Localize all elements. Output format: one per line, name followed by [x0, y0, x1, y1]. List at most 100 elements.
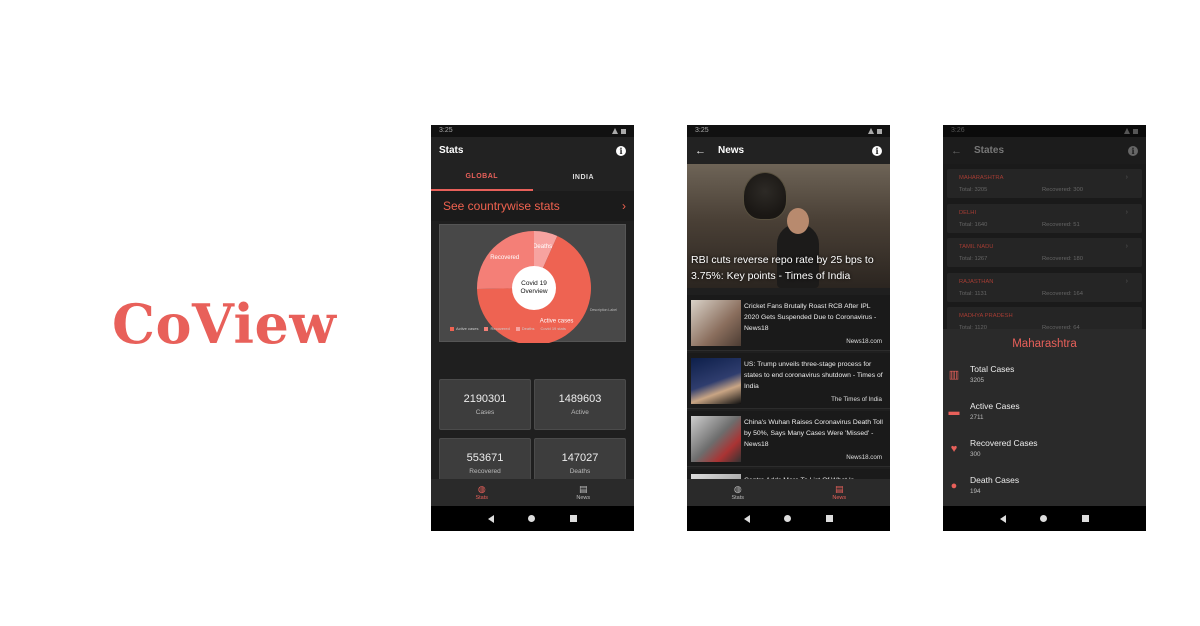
- system-nav-bar: [943, 506, 1146, 531]
- page-title: News: [718, 145, 745, 156]
- sheet-value: 2711: [970, 414, 984, 421]
- legend-suffix: Covid 19 stats: [540, 326, 566, 331]
- virus-icon: ●: [950, 480, 958, 492]
- headline-card[interactable]: RBI cuts reverse repo rate by 25 bps to …: [687, 164, 890, 288]
- state-detail-sheet: Maharashtra ▥ Total Cases 3205 ▬ Active …: [943, 329, 1146, 506]
- system-nav-bar: [687, 506, 890, 531]
- system-recents-icon[interactable]: [825, 515, 833, 522]
- stat-value: 147027: [561, 452, 599, 464]
- globe-icon: ◍: [477, 484, 486, 494]
- sheet-row-deaths: ● Death Cases 194: [943, 472, 1146, 502]
- state-total: Total: 1267: [959, 256, 988, 262]
- hero-image-emblem: [743, 172, 787, 220]
- nav-news[interactable]: ▤ News: [789, 479, 891, 506]
- bottom-nav: ◍ Stats ▤ News: [431, 479, 634, 506]
- chevron-right-icon: ›: [1125, 243, 1128, 250]
- state-name: DELHI: [959, 210, 977, 216]
- info-icon[interactable]: i: [616, 145, 626, 156]
- news-item[interactable]: China's Wuhan Raises Coronavirus Death T…: [687, 411, 890, 467]
- pie-center-label-1: Covid 19: [521, 280, 547, 287]
- phone-states-screen: 3:26 ← States i MAHARASHTRA Total: 3205 …: [943, 125, 1146, 531]
- system-recents-icon[interactable]: [569, 515, 577, 522]
- phone-stats-screen: 3:25 Stats i GLOBAL INDIA See countrywis…: [431, 125, 634, 531]
- sheet-value: 194: [970, 488, 981, 495]
- system-home-icon[interactable]: [784, 515, 792, 522]
- news-source: News18.com: [846, 338, 882, 345]
- news-title: Cricket Fans Brutally Roast RCB After IP…: [744, 303, 877, 332]
- sheet-label: Recovered Cases: [970, 438, 1038, 448]
- wifi-icon: [612, 128, 618, 134]
- sheet-title: Maharashtra: [1012, 338, 1077, 350]
- battery-icon: [621, 128, 626, 134]
- pie-center-label-2: Overview: [520, 288, 547, 295]
- nav-stats-label: Stats: [731, 495, 745, 501]
- sheet-label: Death Cases: [970, 475, 1020, 485]
- system-back-icon[interactable]: [744, 514, 751, 523]
- status-time: 3:25: [439, 127, 453, 134]
- wifi-icon: [1124, 128, 1130, 134]
- chevron-right-icon: ›: [1125, 209, 1128, 216]
- info-icon[interactable]: i: [1128, 145, 1138, 156]
- battery-icon: [1133, 128, 1138, 134]
- stat-value: 1489603: [558, 393, 602, 405]
- system-back-icon[interactable]: [488, 514, 495, 523]
- chevron-right-icon: ›: [1125, 278, 1128, 285]
- states-list: MAHARASHTRA Total: 3205 Recovered: 300 ›…: [943, 164, 1146, 336]
- chart-legend: Active cases Recovered Deaths Covid 19 s…: [450, 326, 566, 331]
- nav-news-label: News: [576, 495, 591, 501]
- back-arrow-icon[interactable]: ←: [695, 145, 706, 157]
- news-source: The Times of India: [831, 396, 882, 403]
- news-item[interactable]: Cricket Fans Brutally Roast RCB After IP…: [687, 295, 890, 351]
- system-home-icon[interactable]: [1040, 515, 1048, 522]
- nav-stats[interactable]: ◍ Stats: [431, 479, 533, 506]
- legend-item-active: Active cases: [450, 326, 478, 331]
- back-arrow-icon[interactable]: ←: [951, 145, 962, 157]
- hero-image-face: [787, 208, 809, 234]
- state-name: RAJASTHAN: [959, 279, 994, 285]
- system-back-icon[interactable]: [1000, 514, 1007, 523]
- status-time: 3:26: [951, 127, 965, 134]
- sheet-value: 300: [970, 451, 981, 458]
- stat-card-cases: 2190301 Cases: [439, 379, 531, 430]
- countrywise-stats-link[interactable]: See countrywise stats ›: [431, 191, 634, 221]
- news-title: China's Wuhan Raises Coronavirus Death T…: [744, 419, 883, 448]
- state-card[interactable]: TAMIL NADU Total: 1267 Recovered: 180 ›: [947, 238, 1142, 267]
- status-bar: 3:25: [431, 125, 634, 137]
- tab-global[interactable]: GLOBAL: [431, 164, 533, 191]
- pie-label-recovered: Recovered: [490, 255, 519, 261]
- legend-item-deaths: Deaths: [515, 326, 534, 331]
- nav-news[interactable]: ▤ News: [533, 479, 635, 506]
- system-home-icon[interactable]: [528, 515, 536, 522]
- news-source: News18.com: [846, 454, 882, 461]
- pie-label-active-cases: Active cases: [540, 318, 574, 324]
- stat-label: Cases: [475, 409, 495, 416]
- overview-pie-chart: Deaths Active cases Recovered Covid 19 Overv…: [439, 224, 626, 343]
- info-icon[interactable]: i: [872, 145, 882, 156]
- bar-chart-icon: ▥: [948, 369, 960, 381]
- stat-value: 553671: [466, 452, 504, 464]
- state-total: Total: 3205: [959, 187, 988, 193]
- system-recents-icon[interactable]: [1081, 515, 1089, 522]
- tab-india[interactable]: INDIA: [533, 164, 635, 191]
- state-card[interactable]: DELHI Total: 1640 Recovered: 51 ›: [947, 204, 1142, 233]
- app-bar: Stats i: [431, 137, 634, 164]
- sheet-row-total: ▥ Total Cases 3205: [943, 361, 1146, 391]
- nav-stats[interactable]: ◍ Stats: [687, 479, 789, 506]
- bed-icon: ▬: [948, 406, 960, 418]
- app-bar: ← News i: [687, 137, 890, 164]
- state-card[interactable]: MAHARASHTRA Total: 3205 Recovered: 300 ›: [947, 169, 1142, 198]
- state-recovered: Recovered: 300: [1042, 187, 1083, 193]
- status-bar: 3:25: [687, 125, 890, 137]
- stat-card-active: 1489603 Active: [534, 379, 626, 430]
- stat-value: 2190301: [463, 393, 507, 405]
- sheet-label: Total Cases: [970, 364, 1015, 374]
- app-bar: ← States i: [943, 137, 1146, 164]
- page-title: States: [974, 145, 1005, 156]
- news-title: US: Trump unveils three-stage process fo…: [744, 361, 883, 390]
- state-total: Total: 1640: [959, 222, 988, 228]
- chart-description: Description Label: [589, 308, 617, 312]
- state-recovered: Recovered: 164: [1042, 291, 1083, 297]
- wifi-icon: [868, 128, 874, 134]
- news-item[interactable]: US: Trump unveils three-stage process fo…: [687, 353, 890, 409]
- state-card[interactable]: RAJASTHAN Total: 1131 Recovered: 164 ›: [947, 273, 1142, 302]
